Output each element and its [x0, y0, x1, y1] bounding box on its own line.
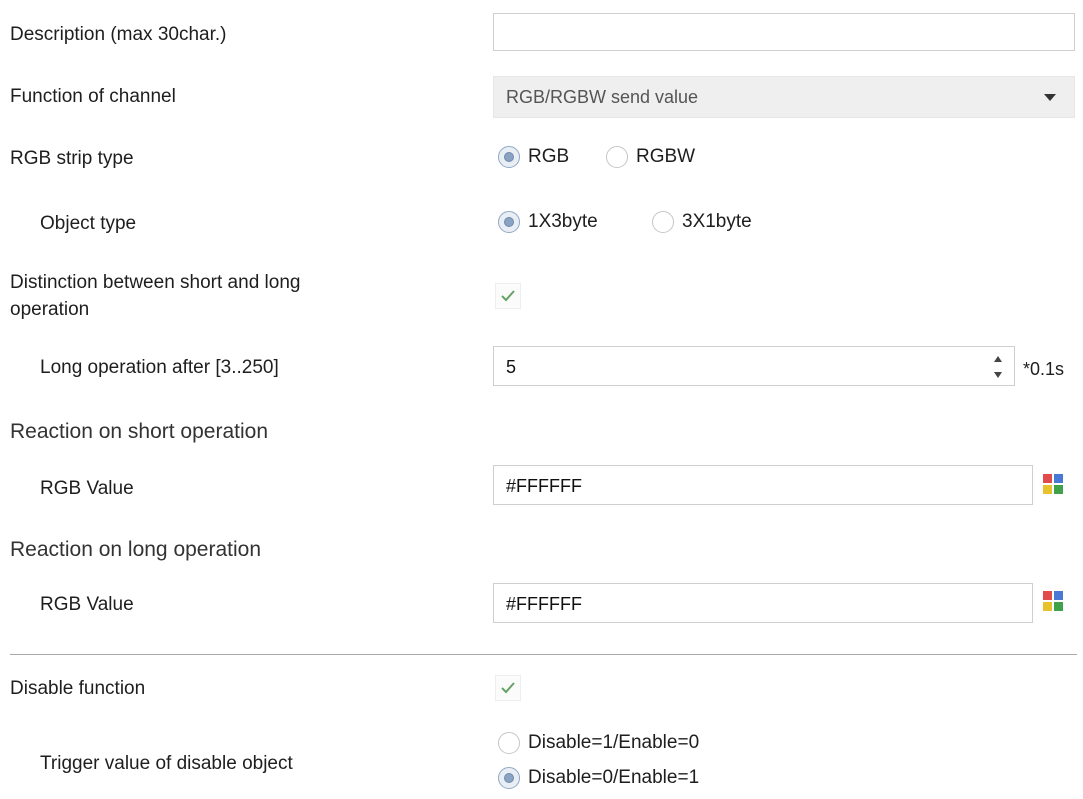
- radio-unselected-icon: [498, 732, 520, 754]
- radio-rgb[interactable]: RGB: [498, 146, 569, 168]
- radio-rgb-label: RGB: [528, 146, 570, 167]
- radio-1x3byte-label: 1X3byte: [528, 211, 598, 232]
- long-operation-unit: *0.1s: [1023, 359, 1065, 379]
- section-divider: [10, 654, 1077, 655]
- trigger-value-label: Trigger value of disable object: [40, 753, 293, 774]
- long-operation-input[interactable]: 5: [493, 346, 1015, 386]
- checkmark-icon: [501, 682, 515, 694]
- radio-unselected-icon: [606, 146, 628, 168]
- checkmark-icon: [501, 290, 515, 302]
- object-type-label: Object type: [40, 213, 137, 234]
- distinction-label-line2: operation: [10, 299, 90, 320]
- short-rgb-value-label: RGB Value: [40, 478, 134, 499]
- spinner-arrows-icon[interactable]: [992, 353, 1004, 381]
- long-rgb-value-input[interactable]: #FFFFFF: [493, 583, 1033, 623]
- radio-selected-icon: [498, 211, 520, 233]
- function-of-channel-value: RGB/RGBW send value: [506, 87, 699, 107]
- long-operation-value: 5: [506, 357, 517, 377]
- short-operation-section-title: Reaction on short operation: [10, 420, 268, 443]
- radio-unselected-icon: [652, 211, 674, 233]
- long-operation-label: Long operation after [3..250]: [40, 357, 279, 378]
- radio-selected-icon: [498, 767, 520, 789]
- short-rgb-value-input[interactable]: #FFFFFF: [493, 465, 1033, 505]
- chevron-down-icon: [1044, 94, 1056, 101]
- function-of-channel-dropdown[interactable]: RGB/RGBW send value: [493, 76, 1075, 118]
- radio-disable1-enable0[interactable]: Disable=1/Enable=0: [498, 732, 699, 754]
- description-input[interactable]: [493, 13, 1075, 51]
- radio-selected-icon: [498, 146, 520, 168]
- radio-3x1byte[interactable]: 3X1byte: [652, 211, 752, 233]
- color-picker-icon[interactable]: [1043, 474, 1063, 494]
- radio-disable0-enable1-label: Disable=0/Enable=1: [528, 767, 700, 788]
- color-picker-icon[interactable]: [1043, 591, 1063, 611]
- distinction-label-line1: Distinction between short and long: [10, 272, 301, 293]
- function-of-channel-label: Function of channel: [10, 86, 176, 107]
- long-operation-section-title: Reaction on long operation: [10, 538, 262, 561]
- radio-1x3byte[interactable]: 1X3byte: [498, 211, 598, 233]
- rgb-strip-type-label: RGB strip type: [10, 148, 134, 169]
- radio-rgbw-label: RGBW: [636, 146, 696, 167]
- radio-disable0-enable1[interactable]: Disable=0/Enable=1: [498, 767, 699, 789]
- radio-3x1byte-label: 3X1byte: [682, 211, 752, 232]
- radio-disable1-enable0-label: Disable=1/Enable=0: [528, 732, 700, 753]
- disable-function-checkbox[interactable]: [495, 675, 521, 701]
- description-label: Description (max 30char.): [10, 24, 227, 45]
- long-rgb-value-label: RGB Value: [40, 594, 134, 615]
- disable-function-label: Disable function: [10, 678, 146, 699]
- radio-rgbw[interactable]: RGBW: [606, 146, 695, 168]
- distinction-checkbox[interactable]: [495, 283, 521, 309]
